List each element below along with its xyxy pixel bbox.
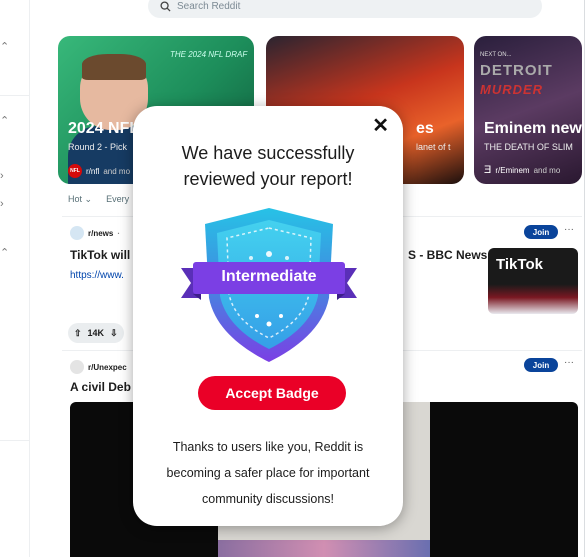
modal-message-line3: community discussions! [202,492,334,506]
accept-badge-button[interactable]: Accept Badge [198,376,346,410]
modal-title: We have successfully reviewed your repor… [133,140,403,192]
shield-badge-icon [181,208,357,362]
badge: Intermediate [179,206,359,366]
badge-modal: ✕ We have successfully reviewed your rep… [133,106,403,526]
page: Search Reddit ⌃ ⌃ › › ⌃ THE 2024 NFL DRA… [0,0,586,557]
modal-message-line2: becoming a safer place for important [166,466,370,480]
modal-message-line1: Thanks to users like you, Reddit is [172,440,364,454]
modal-message: Thanks to users like you, Reddit is beco… [147,434,389,512]
modal-title-line1: We have successfully [181,143,355,163]
close-button[interactable]: ✕ [372,114,389,138]
modal-title-line2: reviewed your report! [183,169,353,189]
badge-label: Intermediate [221,268,317,285]
